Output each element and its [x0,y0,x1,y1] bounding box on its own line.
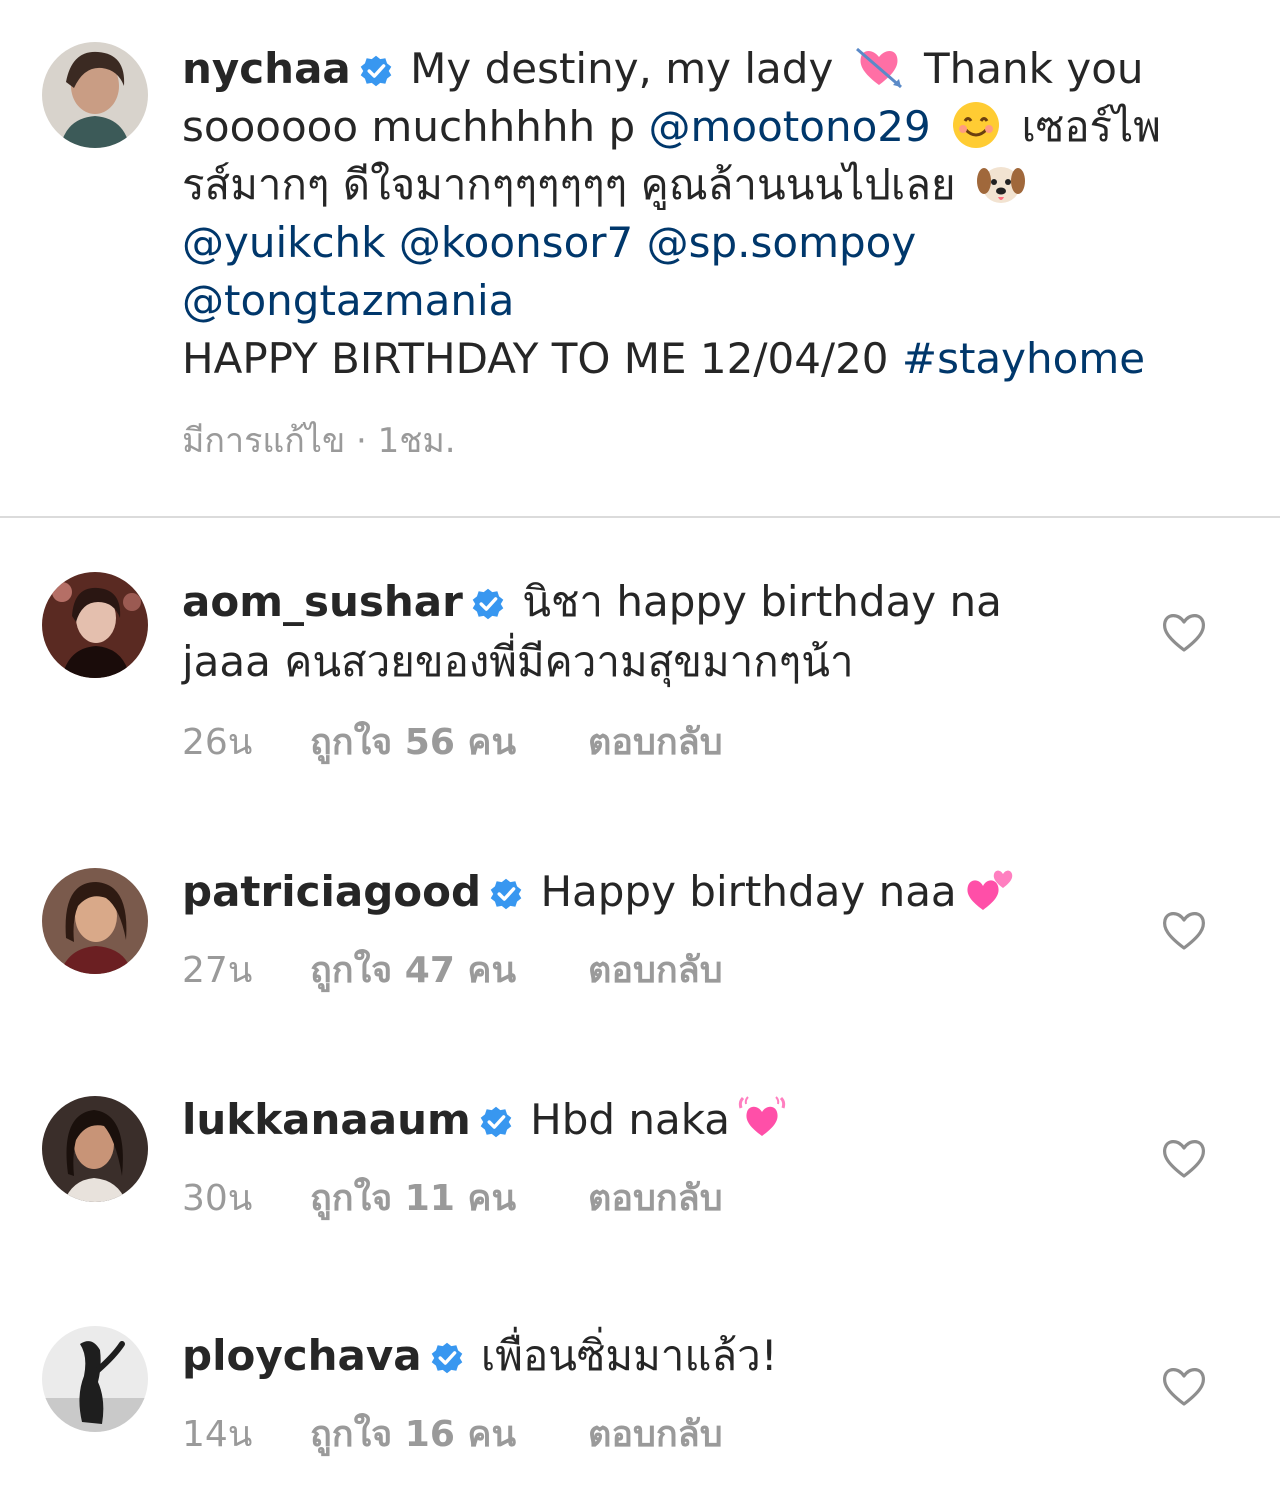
post-caption: nychaа My destiny, my lady Thank you soo… [182,40,1242,388]
comments-screen: nychaа My destiny, my lady Thank you soo… [0,0,1280,1512]
verified-icon [359,54,393,88]
comment-username[interactable]: aom_sushar [182,577,463,626]
growing-heart-icon [736,1092,788,1144]
caption-text-1b: Thank you [924,44,1144,93]
likes-count-link[interactable]: ถูกใจ 56 คน [310,720,588,766]
smiling-face-icon [950,99,1002,151]
comment-text-cont: jaaa คนสวยของพี่มีความสุขมากๆน้า [182,637,854,686]
comment-text: Hbd naka [530,1095,731,1144]
caption-text-1: My destiny, my lady [410,44,834,93]
comment-time: 27น [182,950,253,991]
verified-icon [489,877,523,911]
reply-button[interactable]: ตอบกลับ [588,950,723,991]
divider [0,516,1280,518]
comment-body-3: lukkanaaum Hbd naka [182,1090,1082,1150]
comment-time: 26น [182,722,253,763]
caption-meta: มีการแก้ไข · 1ชม. [182,421,456,461]
mention-link[interactable]: @mootono29 [649,102,931,151]
avatar-nychaa[interactable] [42,42,148,148]
caption-text-3: รส์มากๆ ดีใจมากๆๆๆๆๆๆ คูณล้านนนไปเลย [182,160,956,209]
avatar-lukkanaaum[interactable] [42,1096,148,1202]
dog-face-icon [975,157,1027,209]
comment-body-2: patriciagood Happy birthday naa [182,862,1082,922]
comment-username[interactable]: ploychava [182,1331,422,1380]
like-heart-icon[interactable] [1160,908,1208,952]
avatar-aom-sushar[interactable] [42,572,148,678]
comment-meta-1: 26น ถูกใจ 56 คน ตอบกลับ [182,720,723,766]
likes-count-link[interactable]: ถูกใจ 47 คน [310,948,588,994]
like-heart-icon[interactable] [1160,1136,1208,1180]
likes-count-link[interactable]: ถูกใจ 11 คน [310,1176,588,1222]
comment-meta-4: 14น ถูกใจ 16 คน ตอบกลับ [182,1412,723,1458]
comment-meta-2: 27น ถูกใจ 47 คน ตอบกลับ [182,948,723,994]
reply-button[interactable]: ตอบกลับ [588,722,723,763]
verified-icon [479,1105,513,1139]
comment-body-1: aom_sushar นิชา happy birthday na jaaa ค… [182,572,1082,692]
hashtag-link[interactable]: #stayhome [902,334,1145,383]
comment-time: 30น [182,1178,253,1219]
comment-text: นิชา happy birthday na [522,577,1002,626]
like-heart-icon[interactable] [1160,610,1208,654]
caption-text-2b: เซอร์ไพ [1021,102,1161,151]
avatar-patriciagood[interactable] [42,868,148,974]
comment-username[interactable]: lukkanaaum [182,1095,471,1144]
comment-body-4: ploychava เพื่อนซิ่มมาแล้ว! [182,1326,1082,1386]
heart-with-arrow-icon [853,41,905,93]
comment-time: 14น [182,1414,253,1455]
caption-text-2: soooooo muchhhhh p [182,102,636,151]
verified-icon [430,1341,464,1375]
comment-text: Happy birthday naa [540,867,957,916]
reply-button[interactable]: ตอบกลับ [588,1178,723,1219]
comment-text: เพื่อนซิ่มมาแล้ว! [480,1331,778,1380]
caption-username[interactable]: nychaа [182,44,351,93]
caption-text-6: HAPPY BIRTHDAY TO ME 12/04/20 [182,334,889,383]
mention-tongtazmania[interactable]: @tongtazmania [182,276,514,325]
avatar-ploychava[interactable] [42,1326,148,1432]
like-heart-icon[interactable] [1160,1364,1208,1408]
two-hearts-icon [963,864,1015,916]
likes-count-link[interactable]: ถูกใจ 16 คน [310,1412,588,1458]
mentions-row[interactable]: @yuikchk @koonsor7 @sp.sompoy [182,218,916,267]
reply-button[interactable]: ตอบกลับ [588,1414,723,1455]
comment-username[interactable]: patriciagood [182,867,481,916]
verified-icon [471,587,505,621]
comment-meta-3: 30น ถูกใจ 11 คน ตอบกลับ [182,1176,723,1222]
